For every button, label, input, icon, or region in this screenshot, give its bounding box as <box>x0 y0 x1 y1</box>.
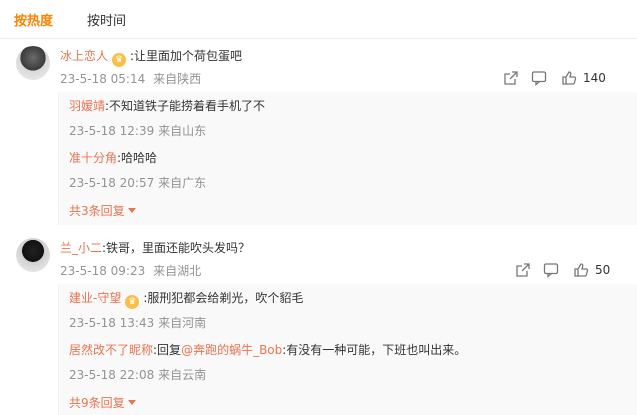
comment-username[interactable]: 兰_小二 <box>60 241 102 255</box>
thumbs-up-icon[interactable] <box>561 70 577 86</box>
reply-time: 23-5-18 22:08 <box>69 368 155 382</box>
thumbs-up-icon[interactable] <box>573 262 589 278</box>
reply-time: 23-5-18 20:57 <box>69 176 155 190</box>
comment-icon[interactable] <box>531 70 547 86</box>
reply-location: 来自河南 <box>158 316 207 330</box>
comment-location: 来自湖北 <box>153 264 202 278</box>
tab-by-hot[interactable]: 按热度 <box>14 10 53 29</box>
reply-text: :服刑犯都会给剃光，吹个貂毛 <box>143 291 304 305</box>
divider <box>0 38 637 39</box>
reply-time: 23-5-18 13:43 <box>69 316 155 330</box>
reply-location: 来自广东 <box>158 176 207 190</box>
comment-text: :让里面加个荷包蛋吧 <box>130 49 243 63</box>
caret-down-icon <box>127 208 136 213</box>
mention-link[interactable]: @奔跑的蜗牛_Bob <box>181 343 282 357</box>
reply-username[interactable]: 居然改不了昵称 <box>69 343 153 357</box>
reply-username[interactable]: 准十分角 <box>69 151 117 165</box>
reply-meta: 23-5-18 13:43 来自河南 <box>69 314 206 331</box>
comment-actions: 50 <box>515 262 615 280</box>
comment-time: 23-5-18 09:23 <box>60 264 146 278</box>
more-replies-link[interactable]: 共9条回复 <box>69 394 136 411</box>
reply-text: :有没有一种可能，下班也叫出来。 <box>282 343 467 357</box>
comment-text: :铁哥，里面还能吹头发吗？ <box>102 241 251 255</box>
reply-meta: 23-5-18 12:39 来自山东 <box>69 122 206 139</box>
reply-location: 来自山东 <box>158 124 207 138</box>
more-replies-label: 共9条回复 <box>69 396 125 410</box>
crown-badge-icon: ♛ <box>125 295 140 309</box>
share-icon[interactable] <box>503 70 519 86</box>
reply-meta: 23-5-18 20:57 来自广东 <box>69 174 206 191</box>
like-count: 140 <box>583 71 606 85</box>
crown-badge-icon: ♛ <box>112 53 127 67</box>
reply-line: 准十分角:哈哈哈 <box>69 150 157 166</box>
reply-username[interactable]: 建业-守望 <box>69 291 121 305</box>
reply-text: :哈哈哈 <box>117 151 158 165</box>
reply-text: :不知道铁子能捞着看手机了不 <box>105 99 266 113</box>
comment-location: 来自陕西 <box>153 72 202 86</box>
reply-meta: 23-5-18 22:08 来自云南 <box>69 366 206 383</box>
avatar[interactable] <box>16 46 50 80</box>
avatar[interactable] <box>16 238 50 272</box>
reply-line: 建业-守望 ♛:服刑犯都会给剃光，吹个貂毛 <box>69 290 303 309</box>
reply-box: 羽嫒靖:不知道铁子能捞着看手机了不 23-5-18 12:39 来自山东 准十分… <box>58 92 637 225</box>
comment-meta: 23-5-18 05:14 来自陕西 <box>60 70 205 87</box>
reply-time: 23-5-18 12:39 <box>69 124 155 138</box>
comment-time: 23-5-18 05:14 <box>60 72 146 86</box>
caret-down-icon <box>127 400 136 405</box>
comment-username[interactable]: 冰上恋人 <box>60 49 108 63</box>
comment-line: 冰上恋人 ♛:让里面加个荷包蛋吧 <box>60 48 242 67</box>
reply-username[interactable]: 羽嫒靖 <box>69 99 105 113</box>
like-count: 50 <box>595 263 611 277</box>
share-icon[interactable] <box>515 262 531 278</box>
reply-line: 羽嫒靖:不知道铁子能捞着看手机了不 <box>69 98 265 114</box>
comment-line: 兰_小二:铁哥，里面还能吹头发吗？ <box>60 240 250 256</box>
tab-by-time[interactable]: 按时间 <box>87 10 126 29</box>
reply-line: 居然改不了昵称:回复@奔跑的蜗牛_Bob:有没有一种可能，下班也叫出来。 <box>69 342 466 358</box>
comment-meta: 23-5-18 09:23 来自湖北 <box>60 262 205 279</box>
more-replies-label: 共3条回复 <box>69 204 125 218</box>
reply-location: 来自云南 <box>158 368 207 382</box>
comment-actions: 140 <box>503 70 615 88</box>
reply-box: 建业-守望 ♛:服刑犯都会给剃光，吹个貂毛 23-5-18 13:43 来自河南 … <box>58 284 637 415</box>
reply-text-prefix: :回复 <box>153 343 182 357</box>
comment-icon[interactable] <box>543 262 559 278</box>
more-replies-link[interactable]: 共3条回复 <box>69 202 136 219</box>
